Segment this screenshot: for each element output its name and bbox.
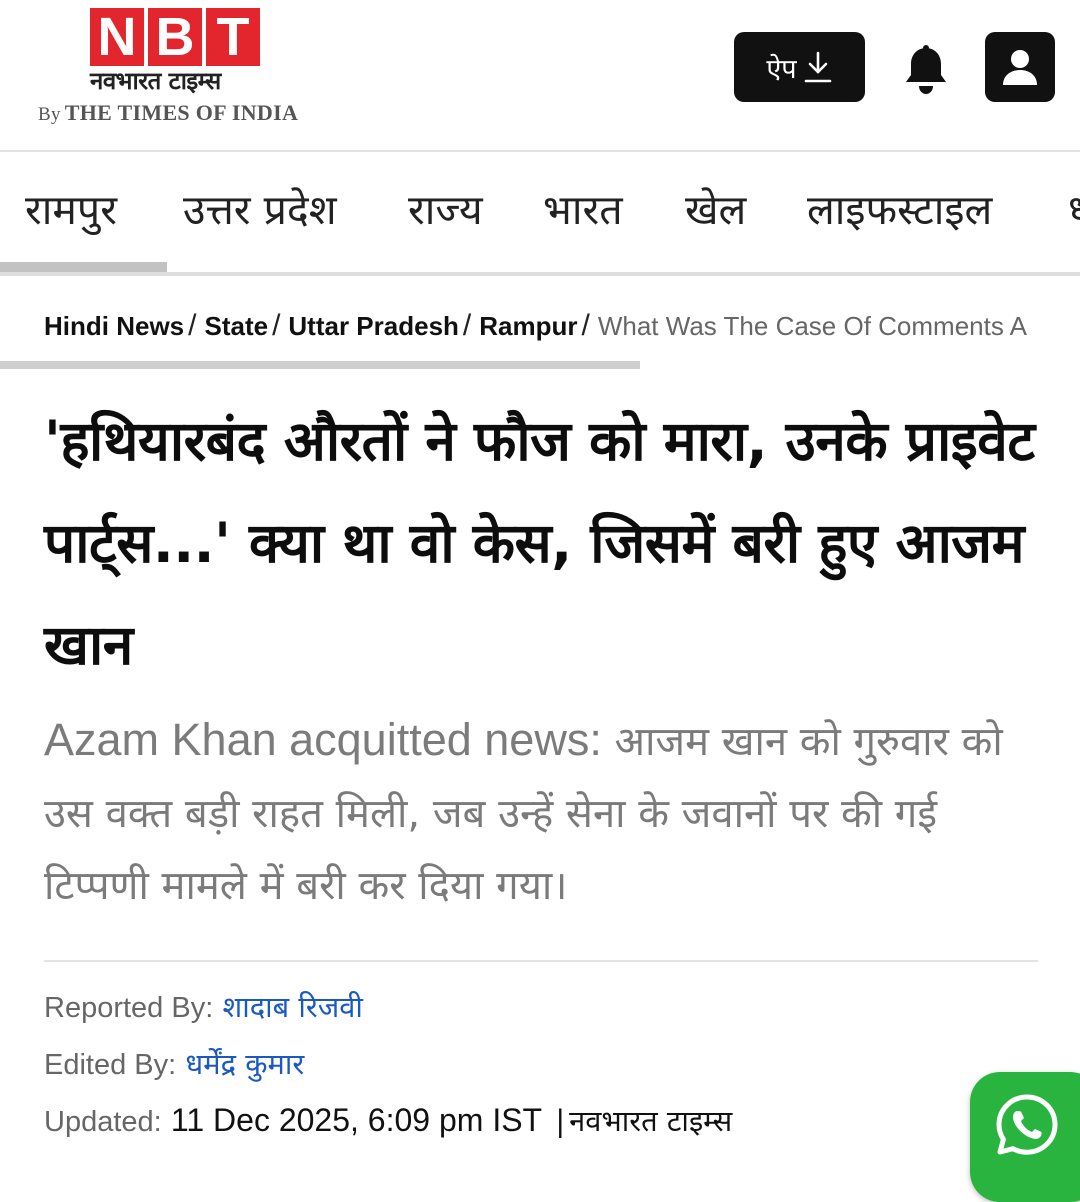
breadcrumb-state[interactable]: State (204, 311, 268, 341)
nav-item-india[interactable]: भारत (543, 182, 623, 238)
edited-by-label: Edited By: (44, 1049, 177, 1081)
breadcrumb: Hindi News / State / Uttar Pradesh / Rampur / Wh… (44, 304, 1080, 348)
breadcrumb-current: What Was The Case Of Comments A (597, 311, 1027, 341)
site-header: N B T नवभारत टाइम्स By THE TIMES OF INDIA… (0, 0, 1080, 152)
user-account-button[interactable] (985, 32, 1055, 102)
app-download-button[interactable]: ऐप (734, 32, 865, 102)
nav-item-sports[interactable]: खेल (685, 182, 746, 238)
logo-letter-b: B (148, 8, 202, 66)
breadcrumb-uttar-pradesh[interactable]: Uttar Pradesh (288, 311, 459, 341)
editor-name-link[interactable]: धर्मेंद्र कुमार (185, 1047, 304, 1081)
logo-letter-n: N (90, 8, 144, 66)
nbt-logo[interactable]: N B T नवभारत टाइम्स By THE TIMES OF INDIA (38, 8, 328, 130)
logo-by-label: By (38, 104, 61, 125)
breadcrumb-hindi-news[interactable]: Hindi News (44, 311, 184, 341)
publisher-name: नवभारत टाइम्स (569, 1104, 733, 1138)
nav-item-uttar-pradesh[interactable]: उत्तर प्रदेश (183, 182, 337, 238)
whatsapp-share-button[interactable] (970, 1072, 1080, 1202)
user-icon (1003, 50, 1037, 85)
logo-letter-t: T (206, 8, 260, 66)
meta-divider (44, 960, 1038, 962)
article-summary: Azam Khan acquitted news: आजम खान को गुर… (44, 704, 1054, 922)
updated-label: Updated: (44, 1106, 162, 1138)
breadcrumb-separator: / (462, 309, 472, 342)
article-headline: 'हथियारबंद औरतों ने फौज को मारा, उनके प्… (44, 409, 1035, 677)
app-button-label: ऐप (766, 53, 797, 85)
whatsapp-icon (996, 1094, 1058, 1155)
breadcrumb-underline (0, 361, 640, 369)
logo-brand-name: THE TIMES OF INDIA (64, 100, 299, 125)
logo-byline: By THE TIMES OF INDIA (38, 100, 298, 126)
updated-timestamp: 11 Dec 2025, 6:09 pm IST (170, 1102, 543, 1138)
edited-by-row: Edited By: धर्मेंद्र कुमार (44, 1044, 304, 1085)
download-icon (804, 51, 831, 83)
logo-hindi-text: नवभारत टाइम्स (90, 67, 221, 95)
reported-by-label: Reported By: (44, 992, 214, 1024)
breadcrumb-separator: / (188, 309, 197, 342)
nav-active-indicator (0, 262, 167, 272)
nav-item-lifestyle[interactable]: लाइफस्टाइल (807, 182, 992, 238)
bell-icon[interactable] (902, 44, 950, 96)
updated-separator: | (555, 1104, 566, 1138)
nav-item-rampur[interactable]: रामपुर (25, 182, 117, 238)
breadcrumb-separator: / (581, 309, 590, 342)
breadcrumb-separator: / (272, 309, 281, 342)
summary-lead: Azam Khan acquitted news: (44, 714, 602, 765)
category-nav: रामपुर उत्तर प्रदेश राज्य भारत खेल लाइफस… (0, 152, 1080, 276)
nav-item-next[interactable]: ध (1068, 182, 1080, 238)
updated-row: Updated: 11 Dec 2025, 6:09 pm IST | नवभार… (44, 1100, 732, 1142)
nav-item-state[interactable]: राज्य (408, 182, 483, 238)
reporter-name-link[interactable]: शादाब रिजवी (222, 990, 362, 1024)
logo-letters: N B T (90, 8, 260, 66)
reported-by-row: Reported By: शादाब रिजवी (44, 987, 363, 1028)
breadcrumb-rampur[interactable]: Rampur (479, 311, 577, 341)
